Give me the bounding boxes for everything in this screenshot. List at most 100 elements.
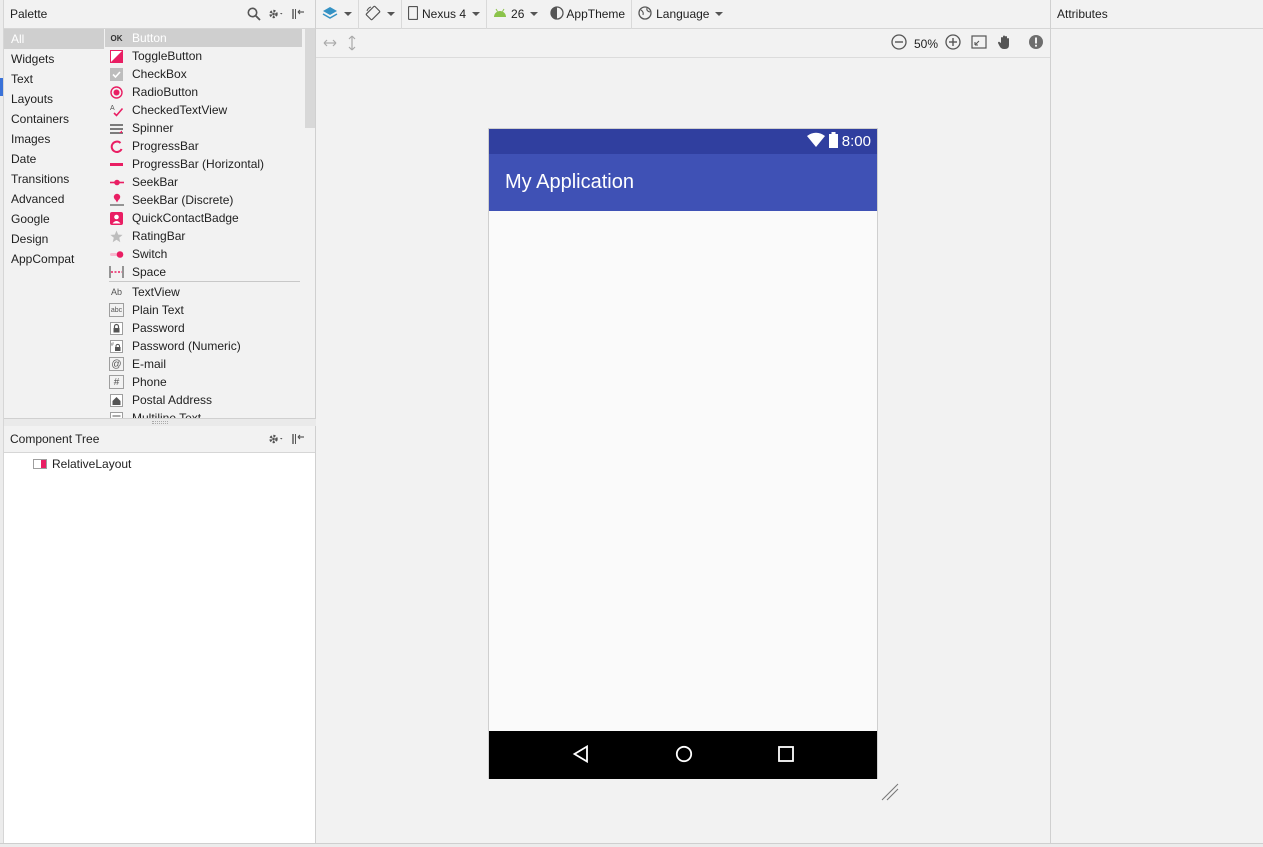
device-preview[interactable]: 8:00 My Application <box>488 128 878 779</box>
tree-item-label: RelativeLayout <box>52 457 132 471</box>
category-all[interactable]: All <box>4 29 104 49</box>
palette-title: Palette <box>10 7 48 21</box>
battery-icon <box>828 132 838 151</box>
category-images[interactable]: Images <box>4 129 104 149</box>
palette-item-label: SeekBar (Discrete) <box>132 193 234 207</box>
palette-item-progressbar[interactable]: ProgressBar <box>105 137 302 155</box>
device-resize-handle-icon[interactable] <box>880 782 900 802</box>
device-dropdown[interactable]: Nexus 4 <box>402 0 488 29</box>
palette-item-space[interactable]: Space <box>105 263 302 281</box>
theme-selector[interactable]: AppTheme <box>544 0 633 29</box>
palette-header: Palette <box>4 0 315 29</box>
category-date[interactable]: Date <box>4 149 104 169</box>
palette-categories: All Widgets Text Layouts Containers Imag… <box>4 29 104 420</box>
palette-item-password-numeric[interactable]: # Password (Numeric) <box>105 337 302 355</box>
category-widgets[interactable]: Widgets <box>4 49 104 69</box>
palette-scrollbar[interactable] <box>305 29 315 128</box>
category-google[interactable]: Google <box>4 209 104 229</box>
hash-icon: # <box>109 375 124 389</box>
palette-item-radiobutton[interactable]: RadioButton <box>105 83 302 101</box>
category-text[interactable]: Text <box>4 69 104 89</box>
zoom-out-icon[interactable] <box>890 33 908 54</box>
palette-item-togglebutton[interactable]: ToggleButton <box>105 47 302 65</box>
zoom-in-icon[interactable] <box>944 33 962 54</box>
palette-item-label: Space <box>132 265 167 279</box>
palette-item-label: Switch <box>132 247 168 261</box>
splitter-grip <box>152 421 168 424</box>
palette-item-password[interactable]: Password <box>105 319 302 337</box>
design-canvas[interactable]: 8:00 My Application <box>316 58 1050 847</box>
tree-item-relativelayout[interactable]: RelativeLayout <box>4 453 315 475</box>
pan-hand-icon[interactable] <box>996 33 1014 54</box>
at-sign-icon: @ <box>109 357 124 371</box>
category-appcompat[interactable]: AppCompat <box>4 249 104 269</box>
navigation-bar <box>489 731 877 779</box>
wifi-icon <box>806 132 826 151</box>
spinner-icon <box>109 121 124 135</box>
gear-icon[interactable] <box>265 3 287 25</box>
palette-item-seekbar[interactable]: SeekBar <box>105 173 302 191</box>
palette-item-label: RadioButton <box>132 85 199 99</box>
palette-item-label: CheckBox <box>132 67 187 81</box>
palette-item-spinner[interactable]: Spinner <box>105 119 302 137</box>
palette-item-label: Password (Numeric) <box>132 339 241 353</box>
globe-icon <box>638 5 652 23</box>
component-tree-title: Component Tree <box>10 432 100 446</box>
category-layouts[interactable]: Layouts <box>4 89 104 109</box>
seekbar-icon <box>109 175 124 189</box>
palette-item-postal-address[interactable]: Postal Address <box>105 391 302 409</box>
checkbox-icon <box>109 67 124 81</box>
palette-item-plain-text[interactable]: abc Plain Text <box>105 301 302 319</box>
plain-text-icon: abc <box>109 303 124 317</box>
button-icon-text: OK <box>110 33 123 43</box>
category-transitions[interactable]: Transitions <box>4 169 104 189</box>
rotate-device-icon <box>365 5 381 24</box>
palette-item-quickcontactbadge[interactable]: QuickContactBadge <box>105 209 302 227</box>
collapse-panel-icon[interactable] <box>287 428 309 450</box>
palette-item-label: Phone <box>132 375 167 389</box>
category-containers[interactable]: Containers <box>4 109 104 129</box>
attributes-title: Attributes <box>1057 7 1108 21</box>
design-surface-dropdown[interactable] <box>316 0 359 29</box>
seekbar-discrete-icon <box>109 193 124 207</box>
theme-icon <box>550 5 565 23</box>
panel-splitter[interactable] <box>4 418 316 426</box>
home-circle-icon <box>675 745 693 766</box>
horizontal-resize-icon[interactable] <box>322 33 338 56</box>
palette-item-email[interactable]: @ E-mail <box>105 355 302 373</box>
category-design[interactable]: Design <box>4 229 104 249</box>
palette-item-ratingbar[interactable]: RatingBar <box>105 227 302 245</box>
gear-icon[interactable] <box>265 428 287 450</box>
radio-button-icon <box>109 85 124 99</box>
zoom-to-fit-icon[interactable] <box>970 33 988 54</box>
category-advanced[interactable]: Advanced <box>4 189 104 209</box>
relative-layout-icon <box>33 459 47 469</box>
lock-icon <box>109 321 124 335</box>
palette-item-checkedtextview[interactable]: A CheckedTextView <box>105 101 302 119</box>
palette-item-button[interactable]: OK Button <box>105 29 302 47</box>
layout-content-area[interactable] <box>489 211 877 731</box>
search-icon[interactable] <box>243 3 265 25</box>
palette-item-label: Postal Address <box>132 393 213 407</box>
collapse-panel-icon[interactable] <box>287 3 309 25</box>
palette-item-seekbar-discrete[interactable]: SeekBar (Discrete) <box>105 191 302 209</box>
language-dropdown[interactable]: Language <box>632 0 729 29</box>
app-title: My Application <box>505 171 634 193</box>
api-level-dropdown[interactable]: 26 <box>487 0 544 29</box>
component-tree-panel: Component Tree RelativeLayout <box>4 426 316 847</box>
palette-item-checkbox[interactable]: CheckBox <box>105 65 302 83</box>
chevron-down-icon <box>530 12 539 16</box>
palette-item-label: Password <box>132 321 185 335</box>
palette-item-phone[interactable]: # Phone <box>105 373 302 391</box>
recents-icon <box>778 745 795 765</box>
warning-icon[interactable] <box>1028 34 1044 53</box>
palette-item-textview[interactable]: Ab TextView <box>105 283 302 301</box>
numeric-lock-icon: # <box>109 339 124 353</box>
horizontal-progress-icon <box>109 157 124 171</box>
orientation-dropdown[interactable] <box>359 0 402 29</box>
palette-item-progressbar-horizontal[interactable]: ProgressBar (Horizontal) <box>105 155 302 173</box>
svg-text:#: # <box>111 342 114 348</box>
vertical-resize-icon[interactable] <box>346 33 358 56</box>
palette-item-switch[interactable]: Switch <box>105 245 302 263</box>
bottom-border <box>0 843 1263 847</box>
